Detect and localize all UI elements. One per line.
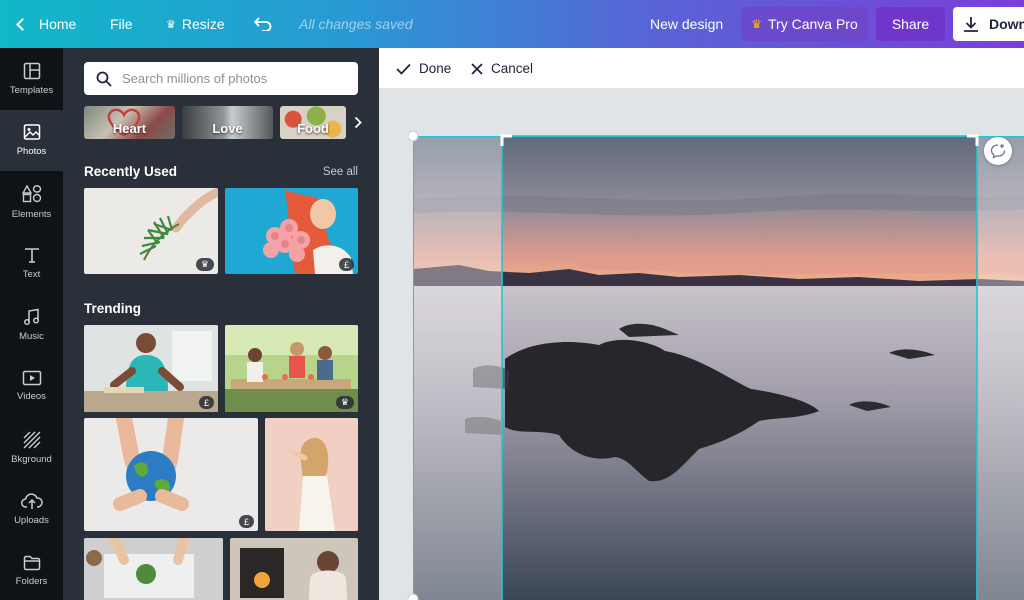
rail-item-uploads[interactable]: Uploads — [0, 479, 63, 541]
rail-item-videos[interactable]: Videos — [0, 356, 63, 418]
see-all-link[interactable]: See all — [323, 166, 358, 178]
rail-label: Bkground — [11, 453, 52, 465]
search-icon — [96, 71, 112, 87]
chip-heart[interactable]: Heart — [84, 106, 175, 139]
rail-item-templates[interactable]: Templates — [0, 48, 63, 110]
photo-thumb-roses[interactable]: £ — [225, 188, 358, 274]
download-label: Download — [989, 16, 1024, 32]
chip-love[interactable]: Love — [182, 106, 273, 139]
cancel-label: Cancel — [491, 61, 534, 76]
chevron-left-icon — [16, 18, 29, 31]
undo-button[interactable] — [252, 0, 274, 48]
video-icon — [22, 371, 41, 386]
rail-label: Uploads — [14, 515, 49, 527]
search-input[interactable] — [122, 71, 342, 86]
close-icon — [471, 62, 483, 75]
upload-icon — [20, 493, 43, 510]
download-button[interactable]: Download — [953, 7, 1024, 41]
rail-item-background[interactable]: Bkground — [0, 417, 63, 479]
rail-label: Photos — [16, 146, 47, 158]
photo-thumb-woman[interactable] — [265, 418, 358, 531]
save-status: All changes saved — [299, 16, 413, 32]
music-icon — [23, 308, 39, 325]
woman-photo — [265, 418, 358, 531]
rail-label: Templates — [9, 84, 54, 96]
crown-badge: ♛ — [335, 396, 354, 409]
photo-thumb-picnic[interactable]: ♛ — [225, 325, 358, 412]
crop-toolbar: Done Cancel — [379, 48, 1024, 89]
rail-label: Videos — [17, 391, 46, 403]
paid-badge: £ — [198, 396, 214, 409]
crown-icon: ♛ — [751, 17, 763, 31]
undo-icon — [254, 17, 272, 31]
photo-icon — [23, 124, 40, 140]
cancel-button[interactable]: Cancel — [471, 48, 533, 89]
globe-photo — [113, 418, 189, 511]
photo-thumb-fireplace[interactable] — [230, 538, 358, 600]
photo-thumb-leaf[interactable]: ♛ — [84, 188, 218, 274]
download-icon — [964, 17, 978, 32]
crop-photo[interactable] — [379, 89, 1024, 600]
home-button[interactable]: Home — [16, 0, 77, 48]
chips-next-button[interactable] — [346, 106, 370, 139]
text-icon — [24, 248, 39, 264]
file-menu-button[interactable]: File — [110, 0, 133, 48]
photo-thumb-cooking[interactable]: £ — [84, 325, 218, 412]
done-label: Done — [419, 61, 452, 76]
photo-thumb-globe[interactable]: £ — [84, 418, 258, 531]
top-bar: Home File ♛ Resize All changes saved New… — [0, 0, 1024, 48]
cooking-photo — [84, 325, 218, 412]
crown-icon: ♛ — [166, 18, 176, 31]
check-icon — [396, 63, 411, 75]
chip-label: Heart — [112, 121, 147, 136]
templates-icon — [23, 62, 40, 79]
trending-title: Trending — [84, 301, 141, 316]
rail-item-text[interactable]: Text — [0, 233, 63, 295]
fireplace-photo — [230, 538, 358, 600]
rail-label: Folders — [15, 575, 48, 587]
left-rail: Templates Photos Elements Text Music Vid… — [0, 48, 63, 600]
rail-item-music[interactable]: Music — [0, 294, 63, 356]
new-design-button[interactable]: New design — [650, 0, 723, 48]
rail-item-photos[interactable]: Photos — [0, 109, 63, 171]
folder-icon — [23, 555, 40, 570]
chip-label: Love — [212, 121, 243, 136]
try-pro-button[interactable]: ♛ Try Canva Pro — [741, 7, 868, 41]
search-box[interactable] — [84, 62, 358, 95]
paid-badge: £ — [238, 515, 254, 528]
resize-button[interactable]: ♛ Resize — [166, 0, 225, 48]
chip-label: Food — [297, 121, 329, 136]
rail-item-elements[interactable]: Elements — [0, 171, 63, 233]
done-button[interactable]: Done — [396, 48, 451, 89]
recently-used-title: Recently Used — [84, 164, 178, 179]
rail-label: Music — [19, 330, 44, 342]
crown-badge: ♛ — [195, 258, 214, 271]
photo-thumb-sink[interactable] — [84, 538, 223, 600]
comment-icon — [990, 144, 1006, 159]
sink-photo — [84, 538, 223, 600]
rail-label: Text — [22, 269, 41, 281]
roses-photo — [263, 188, 353, 274]
category-chips: Heart Love Food — [84, 106, 379, 139]
share-button[interactable]: Share — [876, 7, 945, 41]
shapes-icon — [21, 184, 41, 202]
paid-badge: £ — [338, 258, 354, 271]
chip-food[interactable]: Food — [280, 106, 346, 139]
chevron-right-icon — [354, 116, 362, 129]
photos-panel: Heart Love Food Recently Used See all ♛ — [63, 48, 379, 600]
try-pro-label: Try Canva Pro — [768, 16, 858, 32]
rail-item-folders[interactable]: Folders — [0, 540, 63, 600]
rail-label: Elements — [11, 208, 52, 220]
add-comment-button[interactable] — [984, 137, 1012, 165]
resize-label: Resize — [181, 16, 225, 32]
home-label: Home — [39, 16, 77, 32]
background-icon — [23, 431, 40, 449]
design-canvas[interactable] — [379, 89, 1024, 600]
